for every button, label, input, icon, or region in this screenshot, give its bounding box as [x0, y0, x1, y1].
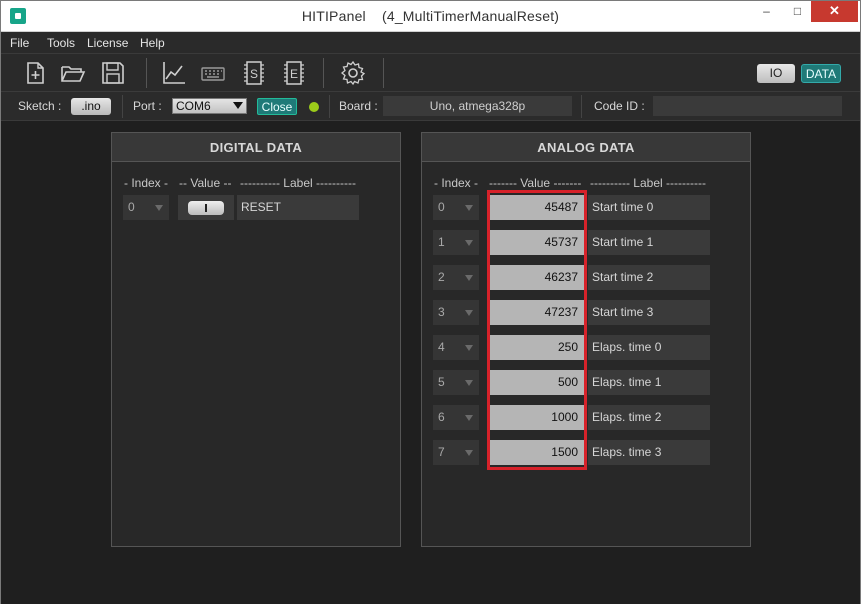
analog-value-field[interactable]: 500 — [490, 370, 584, 395]
code-id-label: Code ID : — [594, 99, 645, 113]
maximize-button[interactable]: □ — [784, 1, 811, 22]
analog-col-label: ---------- Label ---------- — [590, 176, 706, 190]
analog-row: 6 1000 Elaps. time 2 — [433, 405, 733, 430]
minimize-button[interactable]: – — [753, 1, 780, 22]
title-bar: HITIPanel (4_MultiTimerManualReset) – □ … — [1, 1, 860, 32]
analog-row: 1 45737 Start time 1 — [433, 230, 733, 255]
analog-index-select[interactable]: 0 — [433, 195, 479, 220]
analog-row: 5 500 Elaps. time 1 — [433, 370, 733, 395]
status-divider — [122, 95, 123, 118]
main-area: DIGITAL DATA - Index - -- Value -- -----… — [1, 122, 860, 604]
digital-col-label: ---------- Label ---------- — [240, 176, 356, 190]
toolbar-separator — [383, 58, 384, 88]
sketch-e-icon[interactable]: E — [281, 60, 307, 86]
menu-license[interactable]: License — [87, 36, 128, 50]
analog-label-field: Elaps. time 3 — [588, 440, 710, 465]
app-name: HITIPanel — [301, 8, 366, 24]
analog-col-index: - Index - — [434, 176, 479, 190]
analog-value-field[interactable]: 1000 — [490, 405, 584, 430]
analog-panel-title: ANALOG DATA — [422, 133, 750, 162]
data-mode-button[interactable]: DATA — [801, 64, 841, 83]
analog-row: 3 47237 Start time 3 — [433, 300, 733, 325]
gear-icon[interactable] — [340, 60, 366, 86]
board-label: Board : — [339, 99, 378, 113]
save-icon[interactable] — [100, 60, 126, 86]
status-divider — [581, 95, 582, 118]
analog-index-select[interactable]: 5 — [433, 370, 479, 395]
close-port-button[interactable]: Close — [257, 98, 297, 115]
analog-label-field: Start time 3 — [588, 300, 710, 325]
analog-row: 7 1500 Elaps. time 3 — [433, 440, 733, 465]
keyboard-icon[interactable] — [200, 60, 226, 86]
menu-tools[interactable]: Tools — [47, 36, 75, 50]
sketch-label: Sketch : — [18, 99, 62, 113]
connection-bar: Sketch : .ino Port : COM6 Close Board : … — [1, 92, 860, 121]
menu-help[interactable]: Help — [140, 36, 165, 50]
analog-row: 0 45487 Start time 0 — [433, 195, 733, 220]
analog-label-field: Elaps. time 1 — [588, 370, 710, 395]
svg-text:E: E — [290, 67, 298, 81]
digital-panel-title: DIGITAL DATA — [112, 133, 400, 162]
digital-data-panel: DIGITAL DATA - Index - -- Value -- -----… — [111, 132, 401, 547]
open-folder-icon[interactable] — [60, 60, 86, 86]
digital-col-value: -- Value -- — [179, 176, 232, 190]
analog-col-value: ------- Value ------- — [489, 176, 582, 190]
menu-bar: File Tools License Help — [1, 32, 860, 54]
analog-row: 2 46237 Start time 2 — [433, 265, 733, 290]
analog-value-field[interactable]: 1500 — [490, 440, 584, 465]
analog-index-select[interactable]: 7 — [433, 440, 479, 465]
sketch-s-icon[interactable]: S — [241, 60, 267, 86]
analog-index-select[interactable]: 4 — [433, 335, 479, 360]
toolbar-separator — [323, 58, 324, 88]
status-divider — [329, 95, 330, 118]
digital-label-field: RESET — [237, 195, 359, 220]
io-mode-button[interactable]: IO — [757, 64, 795, 83]
svg-text:S: S — [250, 67, 258, 81]
board-field: Uno, atmega328p — [383, 96, 572, 116]
port-select[interactable]: COM6 — [172, 98, 247, 114]
app-window: HITIPanel (4_MultiTimerManualReset) – □ … — [0, 0, 861, 604]
sketch-name: (4_MultiTimerManualReset) — [381, 8, 560, 24]
analog-label-field: Start time 0 — [588, 195, 710, 220]
analog-row: 4 250 Elaps. time 0 — [433, 335, 733, 360]
analog-index-select[interactable]: 6 — [433, 405, 479, 430]
digital-col-index: - Index - — [124, 176, 169, 190]
analog-label-field: Elaps. time 2 — [588, 405, 710, 430]
analog-value-field[interactable]: 250 — [490, 335, 584, 360]
analog-index-select[interactable]: 3 — [433, 300, 479, 325]
analog-value-field[interactable]: 45737 — [490, 230, 584, 255]
analog-index-select[interactable]: 2 — [433, 265, 479, 290]
toolbar-separator — [146, 58, 147, 88]
analog-index-select[interactable]: 1 — [433, 230, 479, 255]
analog-value-field[interactable]: 47237 — [490, 300, 584, 325]
sketch-ino-button[interactable]: .ino — [71, 98, 111, 115]
digital-toggle-button[interactable] — [188, 201, 224, 215]
analog-data-panel: ANALOG DATA - Index - ------- Value ----… — [421, 132, 751, 547]
analog-label-field: Start time 2 — [588, 265, 710, 290]
chart-icon[interactable] — [161, 60, 187, 86]
menu-file[interactable]: File — [10, 36, 29, 50]
digital-row: 0 RESET — [123, 195, 363, 220]
new-file-icon[interactable] — [22, 60, 48, 86]
code-id-field — [653, 96, 842, 116]
port-label: Port : — [133, 99, 162, 113]
analog-value-field[interactable]: 45487 — [490, 195, 584, 220]
connection-status-led — [309, 102, 319, 112]
analog-label-field: Start time 1 — [588, 230, 710, 255]
analog-label-field: Elaps. time 0 — [588, 335, 710, 360]
chevron-down-icon — [233, 102, 243, 109]
analog-value-field[interactable]: 46237 — [490, 265, 584, 290]
digital-index-select[interactable]: 0 — [123, 195, 169, 220]
digital-value-cell — [178, 195, 234, 220]
toolbar: S E IO DATA — [1, 54, 860, 92]
port-value: COM6 — [176, 99, 211, 113]
close-window-button[interactable]: ✕ — [811, 1, 858, 22]
window-title: HITIPanel (4_MultiTimerManualReset) — [1, 8, 860, 24]
